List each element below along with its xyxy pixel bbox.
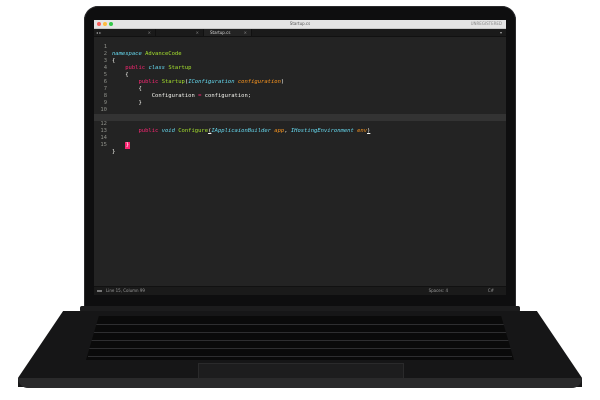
tab-nav-arrows-icon[interactable]: ◂ ▸ [96,29,101,36]
keyboard-row [94,324,506,325]
code-line: 11 [94,107,114,120]
keyboard-row [89,348,511,349]
code-token: } [138,100,142,106]
code-token: = [198,93,202,99]
code-token: void [161,128,175,134]
tab-startup-cs[interactable]: Startup.cs × [204,29,252,36]
window-title: Startup.cs [289,21,311,26]
status-bar: Line 15, Column 99 Spaces: 4 C# [94,286,506,295]
line-number: 15 [100,142,107,148]
code-line: 15 } [94,135,115,155]
keyboard-row [92,332,508,333]
code-token: Startup [168,65,192,71]
syntax-selector[interactable]: C# [488,287,494,295]
code-line-current: 12 public void Configure(IApplicaionBuil… [94,114,506,134]
code-line: 6 { [94,72,142,92]
title-bar: Startup.cs UNREGISTERED [94,20,506,29]
code-line: 5 public Startup(IConfiguration configur… [94,65,285,85]
keyboard [86,316,514,360]
code-line: 13 [94,121,114,134]
cursor-brace: } [125,142,130,149]
code-line: 14 } [94,128,130,149]
code-token: } [112,149,116,155]
tab-close-icon[interactable]: × [148,29,151,36]
code-line: 2 { [94,44,116,64]
tab-label: Startup.cs [210,30,231,35]
code-line: 7 Configuration = configuration; [94,79,251,99]
code-token: IConfiguration [188,79,235,85]
code-line: 8 } [94,86,142,106]
keyboard-row [88,356,512,357]
code-token: { [138,86,142,92]
cursor-position: Line 15, Column 99 [106,288,145,293]
code-token: public [138,79,159,85]
code-token: Configure [178,128,209,134]
code-line: 10 public IConfiguration configuration {… [94,100,284,120]
code-token: ) [367,128,371,134]
tab-close-icon[interactable]: × [244,29,247,36]
indentation-selector[interactable]: Spaces: 4 [429,287,448,295]
code-line: 9 [94,93,114,106]
tab-2[interactable]: × [156,29,204,36]
code-line: 4 { [94,58,129,78]
code-token: public [138,128,159,134]
code-line: 1 namespace AdvanceCode [94,37,182,57]
code-token: Configuration [151,93,195,99]
code-token: AdvanceCode [145,51,182,57]
code-token: public [125,65,146,71]
tab-1[interactable]: × [108,29,156,36]
code-token: class [148,65,165,71]
code-editor[interactable]: 1 namespace AdvanceCode 2 { 3 public cla… [94,37,506,285]
code-token: namespace [112,51,142,57]
tab-bar: ◂ ▸ × × Startup.cs × ▾ [94,29,506,37]
code-token: env [357,128,368,134]
code-token: Startup [161,79,185,85]
laptop-base-edge [18,378,582,388]
tab-close-icon[interactable]: × [196,29,199,36]
code-token: app [274,128,285,134]
code-line: 3 public class Startup [94,51,192,71]
code-token: { [125,72,129,78]
registration-status: UNREGISTERED [470,21,502,26]
code-token: configuration; [204,93,252,99]
keyboard-row [90,340,510,341]
tab-menu-icon[interactable]: ▾ [500,29,502,36]
code-token: configuration [237,79,281,85]
code-token: IHostingEnvironment [290,128,354,134]
panel-toggle-icon[interactable] [97,290,102,292]
editor-window: Startup.cs UNREGISTERED ◂ ▸ × × Startup.… [94,20,506,295]
code-token: , [284,128,288,134]
code-token: IApplicaionBuilder [211,128,271,134]
code-token: ) [280,79,285,85]
